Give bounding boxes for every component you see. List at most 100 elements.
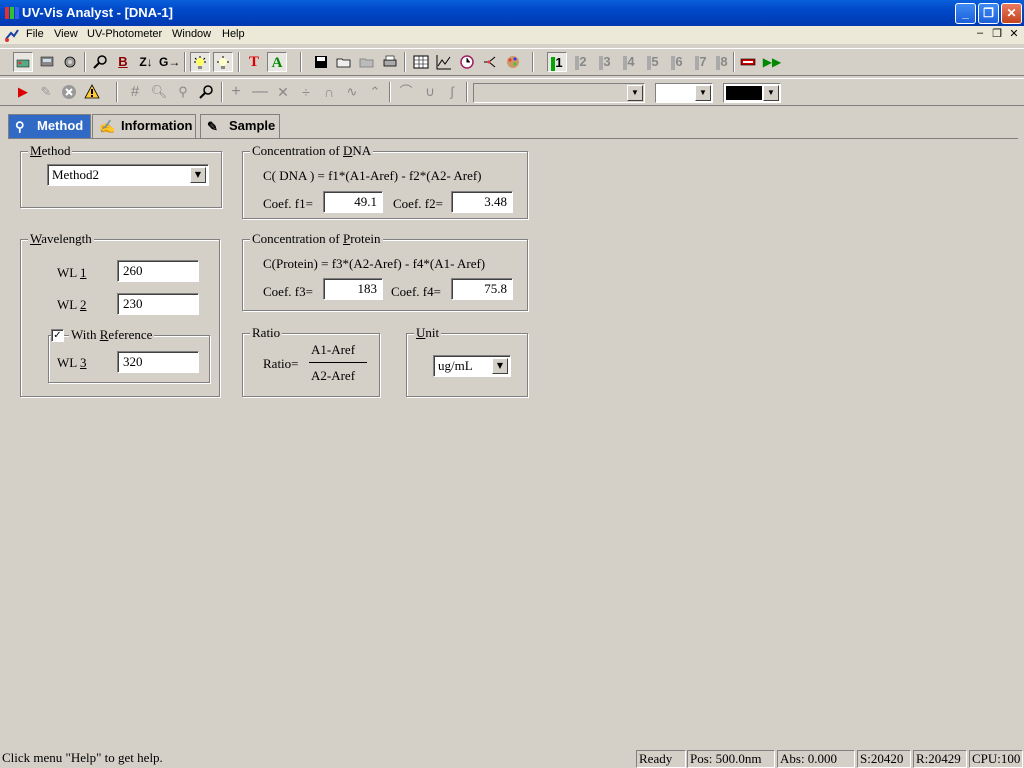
zoom-in-button[interactable]: 🔍︎ [149, 82, 169, 102]
f3-field[interactable]: 183 [323, 278, 383, 300]
tab-method[interactable]: ⚲ Method [8, 114, 91, 138]
instrument-button[interactable] [37, 52, 57, 72]
open-button[interactable] [334, 52, 354, 72]
save-button[interactable] [311, 52, 331, 72]
clock-button[interactable] [457, 52, 477, 72]
wl1-field[interactable]: 260 [117, 260, 199, 282]
text-red-button[interactable]: T [244, 52, 264, 72]
mdi-close-button[interactable]: ✕ [1006, 27, 1022, 41]
folder-button[interactable] [357, 52, 377, 72]
zoom-fit-button[interactable] [196, 82, 216, 102]
minimize-button[interactable]: _ [955, 3, 976, 24]
warning-button[interactable] [82, 82, 102, 102]
menu-window[interactable]: Window [172, 28, 211, 40]
f2-field[interactable]: 3.48 [451, 191, 513, 213]
search-button[interactable] [90, 52, 110, 72]
valley-button[interactable]: ∪ [420, 82, 440, 102]
stop-button[interactable] [59, 82, 79, 102]
fraction-line [309, 362, 367, 363]
peak-button[interactable]: ∩ [319, 82, 339, 102]
search-icon: ⚲ [15, 119, 25, 134]
wl2-field[interactable]: 230 [117, 293, 199, 315]
cell-icon [740, 58, 756, 66]
f4-field[interactable]: 75.8 [451, 278, 513, 300]
sort-button[interactable]: Z↓ [136, 52, 156, 72]
run-icon: ▶ [18, 84, 28, 99]
wand-button[interactable]: ✎ [36, 82, 56, 102]
chevron-down-icon[interactable]: ▼ [763, 85, 779, 101]
wand-icon: ✎ [40, 84, 52, 99]
branch-button[interactable] [480, 52, 500, 72]
fast-forward-button[interactable]: ▶▶ [762, 52, 782, 72]
cell-8-button[interactable]: 8 [712, 52, 732, 72]
dna-concentration-group: Concentration of DNA C( DNA ) = f1*(A1-A… [242, 143, 528, 219]
zoom-in-icon: 🔍︎ [150, 84, 168, 99]
menu-uv-photometer[interactable]: UV-Photometer [87, 28, 162, 40]
wl3-field[interactable]: 320 [117, 351, 199, 373]
cell-5-button[interactable]: 5 [643, 52, 663, 72]
f1-label: Coef. f1= [263, 196, 313, 211]
integral-button[interactable]: ∫ [442, 82, 462, 102]
subtract-button[interactable]: — [250, 82, 270, 102]
derivative-button[interactable]: ⌃ [365, 82, 385, 102]
chart-button[interactable] [434, 52, 454, 72]
ratio-numerator: A1-Aref [311, 342, 356, 357]
clock-icon [460, 55, 474, 69]
zoom-out-button[interactable]: ⚲ [173, 82, 193, 102]
cell-2-button[interactable]: 2 [571, 52, 591, 72]
with-reference-checkbox[interactable]: ✓ [51, 329, 64, 342]
table-button[interactable] [411, 52, 431, 72]
mdi-restore-button[interactable]: ❐ [989, 27, 1005, 41]
chevron-down-icon[interactable]: ▼ [627, 85, 643, 101]
palette-button[interactable] [503, 52, 523, 72]
method-select[interactable]: Method2 ▼ [47, 164, 209, 186]
lamp-on-button[interactable] [190, 52, 210, 72]
connect-button[interactable] [13, 52, 33, 72]
derivative-icon: ⌃ [369, 84, 381, 99]
multiply-button[interactable]: ✕ [273, 82, 293, 102]
stop-icon [62, 85, 76, 99]
cell-7-button[interactable]: 7 [691, 52, 711, 72]
cell-holder-button[interactable] [738, 52, 758, 72]
close-button[interactable]: ✕ [1001, 3, 1022, 24]
cell-6-button[interactable]: 6 [667, 52, 687, 72]
cell-1-button[interactable]: 1 [547, 52, 567, 72]
ratio-group: Ratio Ratio= A1-Aref A2-Aref [242, 325, 380, 397]
curve-button[interactable]: ⌒ [396, 82, 416, 102]
menu-view[interactable]: View [54, 28, 78, 40]
cell-3-button[interactable]: 3 [595, 52, 615, 72]
settings-button[interactable] [60, 52, 80, 72]
cell-4-button[interactable]: 4 [619, 52, 639, 72]
mdi-minimize-button[interactable]: – [972, 27, 988, 41]
menu-help[interactable]: Help [222, 28, 245, 40]
lamp-off-button[interactable] [213, 52, 233, 72]
divide-button[interactable]: ÷ [296, 82, 316, 102]
gauge-button[interactable]: G→ [159, 52, 181, 72]
connect-icon [16, 59, 30, 68]
tab-information[interactable]: ✍ Information [92, 114, 196, 138]
gauge-icon: G→ [159, 55, 181, 69]
add-icon: + [231, 83, 241, 100]
smooth-button[interactable]: ∿ [342, 82, 362, 102]
tab-sample[interactable]: ✎ Sample [200, 114, 280, 138]
color-combo[interactable]: ▼ [723, 83, 781, 103]
chevron-down-icon[interactable]: ▼ [492, 358, 508, 374]
menu-file[interactable]: File [26, 28, 44, 40]
wavelength-group: Wavelength WL 1 260 WL 2 230 ✓ With Refe… [20, 231, 220, 397]
line-style-combo[interactable]: ▼ [655, 83, 713, 103]
series-combo[interactable]: ▼ [473, 83, 645, 103]
main-toolbar: B Z↓ G→ T A 1 2 3 4 5 6 7 8 ▶▶ [0, 48, 1024, 76]
bold-button[interactable]: B [113, 52, 133, 72]
grid-button[interactable]: # [125, 82, 145, 102]
text-green-button[interactable]: A [267, 52, 287, 72]
chevron-down-icon[interactable]: ▼ [190, 167, 206, 183]
maximize-button[interactable]: ❐ [978, 3, 999, 24]
toolbar-separator [404, 52, 406, 72]
ratio-group-legend: Ratio [250, 325, 283, 341]
f1-field[interactable]: 49.1 [323, 191, 383, 213]
print-button[interactable] [380, 52, 400, 72]
run-button[interactable]: ▶ [13, 82, 33, 102]
add-button[interactable]: + [226, 82, 246, 102]
unit-select[interactable]: ug/mL ▼ [433, 355, 511, 377]
chevron-down-icon[interactable]: ▼ [695, 85, 711, 101]
